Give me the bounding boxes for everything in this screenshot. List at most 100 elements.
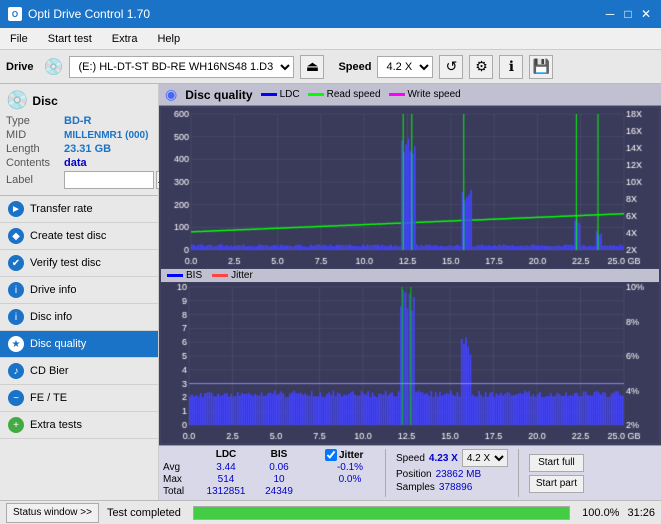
bottom-chart	[161, 283, 659, 443]
create-test-disc-label: Create test disc	[30, 230, 106, 242]
position-value: 23862 MB	[436, 469, 482, 480]
bis-label: BIS	[186, 270, 202, 281]
sidebar-item-disc-info[interactable]: i Disc info	[0, 304, 158, 331]
jitter-color	[212, 274, 228, 277]
write-speed-color	[389, 93, 405, 96]
sidebar-item-drive-info[interactable]: i Drive info	[0, 277, 158, 304]
speed-stat-select[interactable]: 4.2 X	[462, 449, 508, 467]
app-icon: O	[8, 7, 22, 21]
top-chart	[161, 108, 659, 268]
info-button[interactable]: ℹ	[499, 55, 523, 79]
legend-ldc: LDC	[261, 89, 300, 100]
speed-label: Speed	[338, 61, 371, 73]
menu-help[interactable]: Help	[151, 31, 186, 47]
fe-te-icon: ~	[8, 390, 24, 406]
ldc-header: LDC	[201, 449, 251, 461]
legend-read-speed: Read speed	[308, 89, 381, 100]
mid-value: MILLENMR1 (000)	[64, 130, 148, 141]
start-full-button[interactable]: Start full	[529, 454, 584, 472]
bis-header: BIS	[259, 449, 299, 461]
drive-info-label: Drive info	[30, 284, 76, 296]
refresh-button[interactable]: ↺	[439, 55, 463, 79]
avg-bis: 0.06	[259, 462, 299, 473]
length-value: 23.31 GB	[64, 143, 111, 155]
disc-icon: 💿	[6, 90, 28, 111]
legend-jitter: Jitter	[212, 270, 253, 281]
drive-select[interactable]: (E:) HL-DT-ST BD-RE WH16NS48 1.D3	[69, 56, 294, 78]
maximize-button[interactable]: □	[621, 7, 635, 21]
status-text: Test completed	[107, 507, 181, 519]
cd-bier-label: CD Bier	[30, 365, 69, 377]
mid-label: MID	[6, 129, 64, 141]
create-test-disc-icon: ◆	[8, 228, 24, 244]
sidebar-item-transfer-rate[interactable]: ► Transfer rate	[0, 196, 158, 223]
disc-title: Disc	[32, 94, 57, 108]
contents-label: Contents	[6, 157, 64, 169]
speed-stat-value: 4.23 X	[429, 453, 458, 464]
disc-info-icon: i	[8, 309, 24, 325]
drive-toolbar: Drive 💿 (E:) HL-DT-ST BD-RE WH16NS48 1.D…	[0, 50, 661, 84]
disc-quality-icon: ★	[8, 336, 24, 352]
avg-label: Avg	[163, 462, 193, 473]
chart-icon: ◉	[165, 86, 177, 103]
label-label: Label	[6, 174, 64, 186]
status-window-button[interactable]: Status window >>	[6, 503, 99, 523]
sidebar: 💿 Disc Type BD-R MID MILLENMR1 (000) Len…	[0, 84, 159, 500]
max-bis: 10	[259, 474, 299, 485]
speed-select[interactable]: 4.2 X	[377, 56, 433, 78]
legend-bis: BIS	[167, 270, 202, 281]
save-button[interactable]: 💾	[529, 55, 553, 79]
sidebar-item-create-test-disc[interactable]: ◆ Create test disc	[0, 223, 158, 250]
contents-value: data	[64, 157, 87, 169]
start-part-button[interactable]: Start part	[529, 475, 584, 493]
jitter-checkbox[interactable]	[325, 449, 337, 461]
avg-ldc: 3.44	[201, 462, 251, 473]
settings-button[interactable]: ⚙	[469, 55, 493, 79]
max-ldc: 514	[201, 474, 251, 485]
sidebar-menu: ► Transfer rate ◆ Create test disc ✔ Ver…	[0, 196, 158, 500]
length-label: Length	[6, 143, 64, 155]
eject-button[interactable]: ⏏	[300, 55, 324, 79]
drive-label: Drive	[6, 61, 34, 73]
extra-tests-label: Extra tests	[30, 419, 82, 431]
label-input[interactable]	[64, 171, 154, 189]
samples-label: Samples	[396, 482, 435, 493]
main-layout: 💿 Disc Type BD-R MID MILLENMR1 (000) Len…	[0, 84, 661, 500]
extra-tests-icon: +	[8, 417, 24, 433]
minimize-button[interactable]: ─	[603, 7, 617, 21]
stats-table: LDC BIS Jitter Avg 3.44 0.06 -0.1%	[163, 449, 375, 497]
drive-info-icon: i	[8, 282, 24, 298]
verify-test-disc-icon: ✔	[8, 255, 24, 271]
action-buttons: Start full Start part	[529, 449, 584, 497]
write-speed-label: Write speed	[408, 89, 461, 100]
total-bis: 24349	[259, 486, 299, 497]
disc-quality-label: Disc quality	[30, 338, 86, 350]
stats-divider2	[518, 449, 519, 497]
progress-bar	[194, 507, 569, 519]
jitter-label: Jitter	[231, 270, 253, 281]
fe-te-label: FE / TE	[30, 392, 67, 404]
jitter-check[interactable]: Jitter	[325, 449, 363, 461]
ldc-color	[261, 93, 277, 96]
sidebar-item-verify-test-disc[interactable]: ✔ Verify test disc	[0, 250, 158, 277]
menu-start-test[interactable]: Start test	[42, 31, 98, 47]
menu-extra[interactable]: Extra	[106, 31, 144, 47]
disc-info-label: Disc info	[30, 311, 72, 323]
close-button[interactable]: ✕	[639, 7, 653, 21]
sidebar-item-disc-quality[interactable]: ★ Disc quality	[0, 331, 158, 358]
type-value: BD-R	[64, 115, 92, 127]
sidebar-item-cd-bier[interactable]: ♪ CD Bier	[0, 358, 158, 385]
verify-test-disc-label: Verify test disc	[30, 257, 101, 269]
cd-bier-icon: ♪	[8, 363, 24, 379]
menu-file[interactable]: File	[4, 31, 34, 47]
sidebar-item-extra-tests[interactable]: + Extra tests	[0, 412, 158, 439]
titlebar: O Opti Drive Control 1.70 ─ □ ✕	[0, 0, 661, 28]
bottom-chart-canvas	[161, 283, 659, 443]
type-label: Type	[6, 115, 64, 127]
chart-title: Disc quality	[185, 88, 252, 102]
titlebar-controls[interactable]: ─ □ ✕	[603, 7, 653, 21]
avg-jitter: -0.1%	[325, 462, 375, 473]
stats-empty	[163, 449, 193, 461]
sidebar-item-fe-te[interactable]: ~ FE / TE	[0, 385, 158, 412]
position-label: Position	[396, 469, 432, 480]
